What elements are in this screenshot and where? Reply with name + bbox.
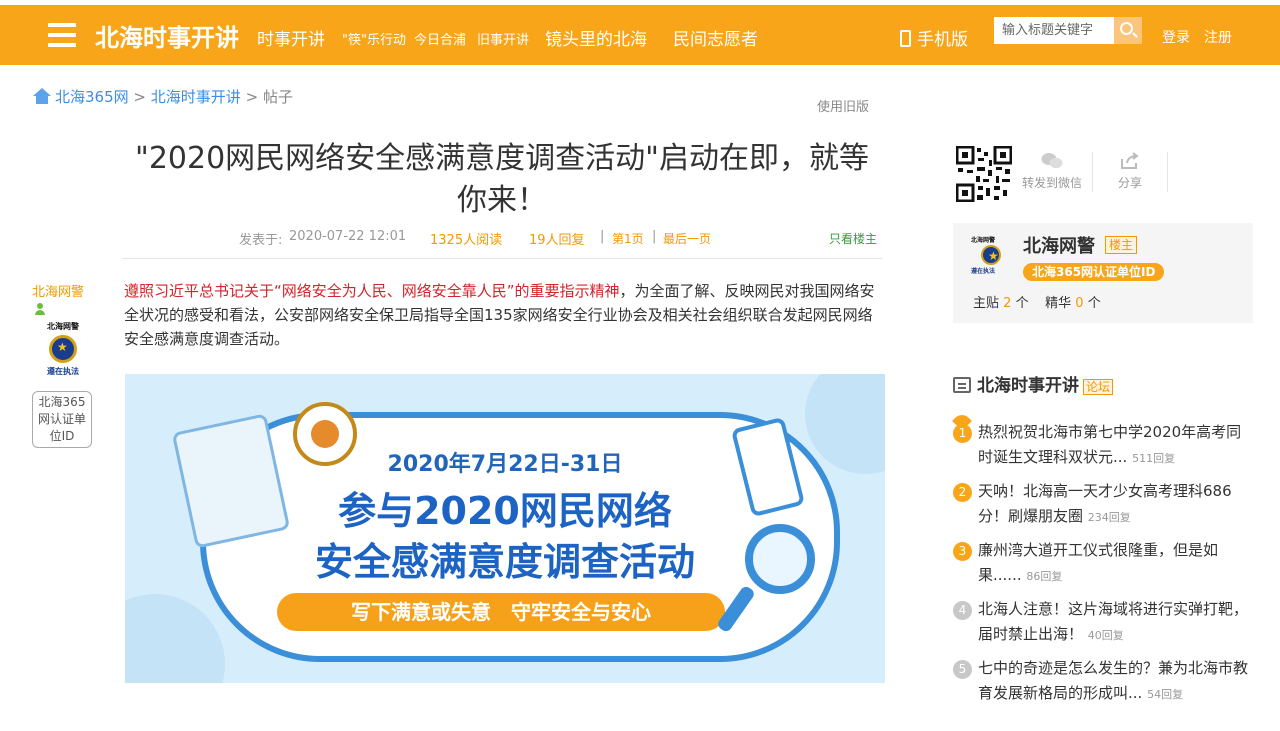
author-stats: 主贴 2 个 精华 0 个 <box>973 292 1101 311</box>
badge-top-text: 北海网警 <box>47 321 79 331</box>
author-cert-tag: 北海365网认证单位ID <box>32 391 92 448</box>
posts-unit: 个 <box>1015 296 1029 311</box>
mobile-label: 手机版 <box>917 30 968 50</box>
content-highlight: 遵照习近平总书记关于“网络安全为人民、网络安全靠人民”的重要指示精神 <box>124 282 620 300</box>
old-version-link[interactable]: 使用旧版 <box>817 96 869 115</box>
phone-icon <box>900 30 911 47</box>
share-wechat-label: 转发到微信 <box>1021 176 1082 190</box>
rank-badge: 2 <box>953 483 972 502</box>
author-column: 北海网警 北海网警 遵在执法 北海365网认证单位ID <box>32 281 94 448</box>
breadcrumb-current: 帖子 <box>262 88 293 106</box>
nav-item-news[interactable]: 时事开讲 <box>257 25 325 50</box>
posted-prefix: 发表于: <box>239 233 283 248</box>
hot-post-title[interactable]: 廉州湾大道开工仪式很隆重，但是如果...... <box>978 541 1218 584</box>
last-page-link[interactable]: 最后一页 <box>663 230 711 247</box>
decor-circle <box>125 594 225 683</box>
breadcrumb-forum[interactable]: 北海时事开讲 <box>151 88 241 106</box>
hot-post-replies: 511回复 <box>1132 452 1176 465</box>
login-link[interactable]: 登录 <box>1162 27 1190 47</box>
menu-icon[interactable] <box>48 23 76 47</box>
hot-post-item[interactable]: 5 七中的奇迹是怎么发生的？兼为北海市教育发展新格局的形成叫... 54回复 <box>953 656 1253 715</box>
share-label: 分享 <box>1117 176 1142 190</box>
only-owner-link[interactable]: 只看楼主 <box>829 230 877 247</box>
read-count: 1325人阅读 <box>430 233 503 248</box>
breadcrumb-home[interactable]: 北海365网 <box>55 88 129 106</box>
wechat-icon <box>1041 153 1063 169</box>
author-card-name[interactable]: 北海网警 <box>1023 232 1095 258</box>
hot-post-item[interactable]: 2 天呐！北海高一天才少女高考理科686分！刷爆朋友圈 234回复 <box>953 479 1253 538</box>
share-button[interactable]: 分享 <box>1090 152 1170 191</box>
hot-post-replies: 86回复 <box>1026 570 1063 583</box>
featured-unit: 个 <box>1087 296 1101 311</box>
author-name[interactable]: 北海网警 <box>32 281 94 300</box>
rank-badge: 4 <box>953 601 972 620</box>
banner-date: 2020年7月22日-31日 <box>387 452 623 477</box>
nav-item-lens[interactable]: 镜头里的北海 <box>545 25 647 50</box>
post-title: "2020网民网络安全感满意度调查活动"启动在即，就等你来！ <box>135 141 869 218</box>
badge-bottom-text: 遵在执法 <box>971 268 996 275</box>
badge-bottom-text: 遵在执法 <box>47 366 79 376</box>
hot-post-item[interactable]: 3 廉州湾大道开工仪式很隆重，但是如果...... 86回复 <box>953 538 1253 597</box>
forum-name[interactable]: 北海时事开讲 <box>977 376 1079 396</box>
posts-label: 主贴 <box>973 296 1000 311</box>
share-icon <box>1121 152 1139 169</box>
hot-post-title[interactable]: 热烈祝贺北海市第七中学2020年高考同时诞生文理科双状元... <box>978 423 1241 466</box>
owner-badge: 楼主 <box>1105 236 1138 254</box>
hot-post-item[interactable]: 4 北海人注意！这片海域将进行实弹打靶，届时禁止出海！ 40回复 <box>953 597 1253 656</box>
search-button[interactable] <box>1114 17 1142 44</box>
cert-badge: 北海365网认证单位ID <box>1023 263 1165 281</box>
police-emblem-icon <box>981 245 1001 265</box>
home-icon[interactable] <box>33 88 51 104</box>
forum-icon <box>953 377 971 393</box>
posted-time: 2020-07-22 12:01 <box>289 229 407 244</box>
author-card-avatar[interactable]: 北海网警 遵在执法 <box>971 235 1011 275</box>
qr-code-icon <box>956 146 1012 202</box>
featured-count: 0 <box>1075 296 1084 311</box>
user-icon <box>35 303 45 315</box>
meta-divider: | <box>600 229 605 244</box>
featured-label: 精华 <box>1045 296 1072 311</box>
share-wechat-button[interactable]: 转发到微信 <box>1012 152 1092 191</box>
breadcrumb: 北海365网 > 北海时事开讲 > 帖子 <box>33 86 293 107</box>
author-avatar[interactable]: 北海网警 遵在执法 <box>38 321 88 381</box>
hot-post-replies: 54回复 <box>1147 688 1184 701</box>
posts-count: 2 <box>1003 296 1012 311</box>
reply-count: 19人回复 <box>529 233 585 248</box>
breadcrumb-sep: > <box>133 88 146 106</box>
search-input[interactable] <box>994 17 1114 44</box>
rank-badge: 3 <box>953 542 972 561</box>
author-card: 北海网警 遵在执法 北海网警 楼主 北海365网认证单位ID 主贴 2 个 精华… <box>953 223 1253 323</box>
hot-post-list: 1 热烈祝贺北海市第七中学2020年高考同时诞生文理科双状元... 511回复 … <box>952 411 1253 715</box>
hot-post-item[interactable]: 1 热烈祝贺北海市第七中学2020年高考同时诞生文理科双状元... 511回复 <box>952 411 1253 479</box>
forum-header: 北海时事开讲 论坛 <box>953 371 1114 396</box>
nav-item-history[interactable]: 旧事开讲 <box>477 29 529 48</box>
mobile-version-link[interactable]: 手机版 <box>900 25 968 50</box>
rank-badge: 1 <box>953 424 972 443</box>
nav-item-volunteers[interactable]: 民间志愿者 <box>673 25 758 50</box>
badge-top-text: 北海网警 <box>971 237 996 244</box>
hot-post-replies: 40回复 <box>1087 629 1124 642</box>
register-link[interactable]: 注册 <box>1204 27 1232 47</box>
post-content: 遵照习近平总书记关于“网络安全为人民、网络安全靠人民”的重要指示精神，为全面了解… <box>124 279 886 351</box>
hot-post-title[interactable]: 七中的奇迹是怎么发生的？兼为北海市教育发展新格局的形成叫... <box>978 659 1248 702</box>
divider <box>1167 152 1168 192</box>
site-logo[interactable]: 北海时事开讲 <box>95 18 239 53</box>
police-emblem-icon <box>49 335 77 363</box>
banner-slogan: 写下满意或失意 守牢安全与安心 <box>277 593 725 631</box>
nav-item-chopsticks[interactable]: "筷"乐行动 <box>342 29 406 48</box>
hot-post-replies: 234回复 <box>1087 511 1131 524</box>
meta-divider: | <box>652 229 657 244</box>
breadcrumb-sep: > <box>245 88 259 106</box>
forum-tag: 论坛 <box>1083 379 1114 395</box>
nav-item-hepu[interactable]: 今日合浦 <box>414 29 466 48</box>
page-link[interactable]: 第1页 <box>612 230 644 247</box>
post-meta: 发表于: 2020-07-22 12:01 1325人阅读 19人回复 | 第1… <box>122 229 882 259</box>
post-banner-image: 2020年7月22日-31日 参与2020网民网络 安全感满意度调查活动 写下满… <box>125 374 885 683</box>
rank-badge: 5 <box>953 660 972 679</box>
magnifier-icon <box>745 524 815 594</box>
